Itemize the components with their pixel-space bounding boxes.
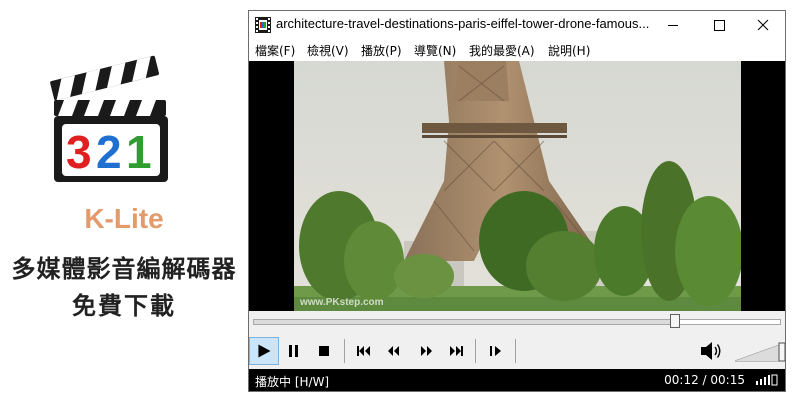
skip-forward-button[interactable] [441,337,471,365]
toolbar-separator [475,339,476,363]
play-button[interactable] [249,337,279,365]
video-watermark: www.PKstep.com [299,297,384,308]
svg-text:2: 2 [96,126,122,178]
title-bar[interactable]: architecture-travel-destinations-paris-e… [249,11,785,39]
video-area[interactable]: www.PKstep.com [249,61,785,311]
menu-navigate[interactable]: 導覽(N) [414,42,456,59]
menu-play[interactable]: 播放(P) [361,42,402,59]
status-bar: 播放中 [H/W] 00:12 / 00:15 [249,369,785,391]
video-frame: www.PKstep.com [294,61,741,311]
fast-forward-button[interactable] [411,337,441,365]
menu-bar: 檔案(F) 檢視(V) 播放(P) 導覽(N) 我的最愛(A) 說明(H) [249,39,785,61]
seek-thumb[interactable] [670,314,681,328]
pause-button[interactable] [279,337,309,365]
menu-favorites[interactable]: 我的最愛(A) [469,42,535,59]
klite-logo: 3 2 1 [50,55,168,182]
svg-text:1: 1 [126,126,152,178]
tagline-line1: 多媒體影音編解碼器 [11,255,237,283]
stop-button[interactable] [309,337,339,365]
minimize-button[interactable] [651,11,695,39]
time-display: 00:12 / 00:15 [664,373,745,387]
seek-track[interactable] [253,319,781,325]
tagline-line2: 免費下載 [72,292,176,320]
seek-progress [254,320,675,324]
volume-icon[interactable] [697,337,725,365]
svg-text:3: 3 [66,126,92,178]
promo-panel: 3 2 1 K-Lite 多媒體影音編解碼器 免費下載 [0,0,248,400]
seek-bar[interactable] [249,311,785,333]
signal-icon [756,374,778,386]
window-title: architecture-travel-destinations-paris-e… [276,16,650,31]
toolbar-separator [515,339,516,363]
volume-thumb[interactable] [778,342,785,362]
rewind-button[interactable] [379,337,409,365]
playback-status: 播放中 [H/W] [255,375,330,389]
frame-step-button[interactable] [481,337,511,365]
player-window: architecture-travel-destinations-paris-e… [248,10,786,392]
maximize-button[interactable] [697,11,741,39]
volume-slider[interactable] [735,341,785,363]
skip-back-button[interactable] [349,337,379,365]
menu-view[interactable]: 檢視(V) [307,42,349,59]
menu-file[interactable]: 檔案(F) [255,42,295,59]
toolbar-separator [344,339,345,363]
menu-help[interactable]: 說明(H) [548,42,590,59]
close-button[interactable] [741,11,785,39]
control-toolbar [249,333,785,369]
brand-name: K-Lite [84,203,164,234]
mpc-film-icon[interactable] [255,17,271,33]
